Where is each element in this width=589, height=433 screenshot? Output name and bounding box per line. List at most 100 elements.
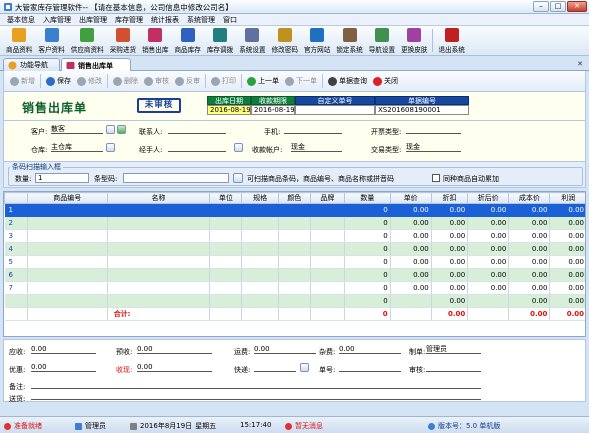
column-header[interactable]: 单位 (209, 192, 243, 204)
table-cell[interactable] (310, 229, 346, 243)
express-field[interactable] (254, 363, 296, 372)
toolbar-button[interactable]: 供应商资料 (68, 26, 107, 55)
delete-button[interactable]: 删除 (110, 76, 141, 86)
cash-received-field[interactable]: 0.00 (137, 363, 212, 372)
toolbar-button[interactable]: 系统设置 (236, 26, 268, 55)
table-cell[interactable]: 0 (344, 255, 391, 269)
account-field[interactable]: 现金 (291, 143, 342, 152)
table-cell[interactable] (107, 268, 211, 282)
table-cell[interactable]: 4 (4, 242, 28, 256)
toolbar-button[interactable]: 销售出库 (139, 26, 171, 55)
table-row[interactable]: 4 0 0.00 0.00 0.00 0.00 0.00 (4, 242, 585, 256)
table-row[interactable]: 5 0 0.00 0.00 0.00 0.00 0.00 (4, 255, 585, 269)
table-cell[interactable] (278, 255, 311, 269)
trade-type-field[interactable]: 现金 (406, 143, 461, 152)
toolbar-button[interactable]: 导航设置 (366, 26, 398, 55)
table-cell[interactable] (27, 242, 108, 256)
table-cell[interactable]: 0.00 (508, 229, 551, 243)
table-cell[interactable]: 0.00 (467, 242, 510, 256)
table-cell[interactable] (27, 229, 108, 243)
table-cell[interactable]: 0.00 (549, 216, 585, 230)
table-cell[interactable]: 0.00 (467, 229, 510, 243)
table-row[interactable]: 3 0 0.00 0.00 0.00 0.00 0.00 (4, 229, 585, 243)
customer-field[interactable]: 散客 (51, 125, 103, 134)
tracking-no-field[interactable] (339, 363, 401, 372)
table-cell[interactable]: 0 (344, 242, 391, 256)
table-cell[interactable]: 3 (4, 229, 28, 243)
table-cell[interactable]: 0.00 (508, 203, 551, 217)
column-header[interactable]: 品牌 (309, 192, 346, 204)
handler-field[interactable] (168, 143, 226, 152)
table-cell[interactable] (241, 242, 279, 256)
table-cell[interactable] (209, 255, 243, 269)
table-cell[interactable]: 0.00 (467, 255, 510, 269)
prepay-field[interactable]: 0.00 (137, 345, 212, 354)
table-cell[interactable]: 0.00 (390, 216, 432, 230)
discount-field[interactable]: 0.00 (31, 363, 96, 372)
table-cell[interactable] (27, 203, 108, 217)
menu-item[interactable]: 库存管理 (111, 14, 147, 25)
contact-field[interactable] (168, 125, 226, 134)
table-cell[interactable] (310, 216, 346, 230)
warehouse-lookup-button[interactable] (106, 143, 115, 152)
table-row[interactable]: 7 0 0.00 0.00 0.00 0.00 0.00 (4, 281, 585, 295)
table-cell[interactable] (278, 281, 311, 295)
save-button[interactable]: 保存 (43, 76, 74, 86)
table-cell[interactable] (241, 255, 279, 269)
table-cell[interactable] (107, 229, 211, 243)
table-cell[interactable] (241, 216, 279, 230)
toolbar-button[interactable]: 官方网站 (301, 26, 333, 55)
menu-item[interactable]: 统计报表 (147, 14, 183, 25)
phone-field[interactable] (284, 125, 342, 134)
table-cell[interactable]: 0.00 (390, 281, 432, 295)
table-cell[interactable]: 0.00 (390, 203, 432, 217)
minimize-button[interactable]: – (533, 1, 549, 12)
barcode-input[interactable] (123, 173, 229, 183)
new-button[interactable]: 新增 (7, 76, 38, 86)
table-cell[interactable]: 0.00 (467, 268, 510, 282)
add-customer-button[interactable] (117, 125, 126, 134)
table-cell[interactable] (27, 255, 108, 269)
audit-button[interactable]: 审核 (141, 76, 172, 86)
table-cell[interactable] (209, 242, 243, 256)
toolbar-button[interactable]: 商品资料 (3, 26, 35, 55)
table-cell[interactable] (241, 229, 279, 243)
table-cell[interactable]: 0.00 (549, 294, 585, 308)
table-cell[interactable] (241, 203, 279, 217)
table-cell[interactable] (107, 294, 211, 308)
table-cell[interactable] (107, 203, 211, 217)
table-cell[interactable]: 0.00 (549, 229, 585, 243)
toolbar-button[interactable]: 商品库存 (171, 26, 203, 55)
custom-no-field[interactable] (295, 105, 375, 115)
delivery-field[interactable] (31, 392, 481, 400)
table-cell[interactable] (4, 294, 28, 308)
table-cell[interactable]: 0.00 (431, 255, 469, 269)
toolbar-button[interactable]: 库存调拨 (204, 26, 236, 55)
qty-input[interactable]: 1 (35, 173, 89, 183)
table-cell[interactable]: 0.00 (508, 255, 551, 269)
remark-field[interactable] (31, 380, 481, 389)
merge-checkbox[interactable] (432, 174, 440, 182)
close-button[interactable]: 关闭 (370, 76, 401, 86)
table-row[interactable]: 6 0 0.00 0.00 0.00 0.00 0.00 (4, 268, 585, 282)
table-cell[interactable]: 0.00 (431, 229, 469, 243)
table-cell[interactable]: 0.00 (549, 281, 585, 295)
table-cell[interactable]: 0.00 (549, 242, 585, 256)
toolbar-button[interactable]: 更换皮肤 (398, 26, 430, 55)
table-cell[interactable]: 0.00 (431, 203, 469, 217)
table-cell[interactable] (310, 255, 346, 269)
column-header[interactable]: 单价 (389, 192, 432, 204)
table-cell[interactable]: 0.00 (390, 268, 432, 282)
column-header[interactable]: 数量 (344, 192, 391, 204)
table-cell[interactable]: 0.00 (467, 281, 510, 295)
menu-item[interactable]: 入库管理 (39, 14, 75, 25)
table-cell[interactable] (278, 229, 311, 243)
express-lookup-button[interactable] (300, 363, 309, 372)
table-cell[interactable]: 0.00 (431, 268, 469, 282)
next-button[interactable]: 下一单 (282, 76, 320, 86)
unaudit-button[interactable]: 反审 (172, 76, 203, 86)
table-cell[interactable]: 6 (4, 268, 28, 282)
table-cell[interactable]: 0.00 (508, 268, 551, 282)
table-cell[interactable] (310, 268, 346, 282)
column-header[interactable]: 名称 (106, 192, 211, 204)
